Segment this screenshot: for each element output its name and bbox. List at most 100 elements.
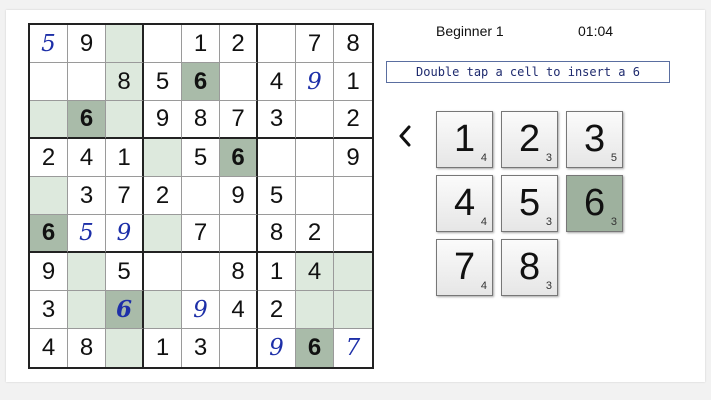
grid-cell-r7c2[interactable]: [68, 253, 106, 291]
grid-cell-r9c5[interactable]: 3: [182, 329, 220, 367]
grid-cell-r3c4[interactable]: 9: [144, 101, 182, 139]
grid-cell-r7c6[interactable]: 8: [220, 253, 258, 291]
grid-cell-r9c9[interactable]: 7: [334, 329, 372, 367]
grid-cell-r5c9[interactable]: [334, 177, 372, 215]
grid-cell-r7c9[interactable]: [334, 253, 372, 291]
grid-cell-r6c2[interactable]: 5: [68, 215, 106, 253]
key-digit: 2: [519, 118, 541, 160]
grid-cell-r1c9[interactable]: 8: [334, 25, 372, 63]
grid-cell-r4c3[interactable]: 1: [106, 139, 144, 177]
grid-cell-r2c1[interactable]: [30, 63, 68, 101]
grid-cell-r7c8[interactable]: 4: [296, 253, 334, 291]
grid-cell-r9c2[interactable]: 8: [68, 329, 106, 367]
key-digit: 3: [584, 118, 606, 160]
grid-cell-r6c8[interactable]: 2: [296, 215, 334, 253]
grid-cell-r5c7[interactable]: 5: [258, 177, 296, 215]
grid-cell-r1c5[interactable]: 1: [182, 25, 220, 63]
grid-cell-r2c9[interactable]: 1: [334, 63, 372, 101]
grid-cell-r2c3[interactable]: 8: [106, 63, 144, 101]
grid-cell-r4c9[interactable]: 9: [334, 139, 372, 177]
grid-cell-r6c1[interactable]: 6: [30, 215, 68, 253]
grid-cell-r7c1[interactable]: 9: [30, 253, 68, 291]
grid-cell-r8c5[interactable]: 9: [182, 291, 220, 329]
number-key-5[interactable]: 53: [501, 175, 558, 232]
grid-cell-r7c3[interactable]: 5: [106, 253, 144, 291]
grid-cell-r6c6[interactable]: [220, 215, 258, 253]
grid-cell-r8c9[interactable]: [334, 291, 372, 329]
number-keypad: 1423354453637483: [436, 111, 623, 296]
timer: 01:04: [578, 23, 614, 39]
grid-cell-r3c9[interactable]: 2: [334, 101, 372, 139]
grid-cell-r6c3[interactable]: 9: [106, 215, 144, 253]
key-remaining-count: 3: [610, 216, 617, 228]
number-key-3[interactable]: 35: [566, 111, 623, 168]
grid-cell-r7c4[interactable]: [144, 253, 182, 291]
grid-cell-r5c3[interactable]: 7: [106, 177, 144, 215]
number-key-8[interactable]: 83: [501, 239, 558, 296]
grid-cell-r4c2[interactable]: 4: [68, 139, 106, 177]
key-digit: 4: [454, 182, 476, 224]
key-remaining-count: 4: [480, 280, 487, 292]
grid-cell-r5c1[interactable]: [30, 177, 68, 215]
grid-cell-r4c7[interactable]: [258, 139, 296, 177]
grid-cell-r6c4[interactable]: [144, 215, 182, 253]
grid-cell-r3c1[interactable]: [30, 101, 68, 139]
grid-cell-r8c6[interactable]: 4: [220, 291, 258, 329]
grid-cell-r5c6[interactable]: 9: [220, 177, 258, 215]
key-remaining-count: 3: [545, 216, 552, 228]
grid-cell-r1c6[interactable]: 2: [220, 25, 258, 63]
grid-cell-r8c1[interactable]: 3: [30, 291, 68, 329]
grid-cell-r5c4[interactable]: 2: [144, 177, 182, 215]
grid-cell-r4c6[interactable]: 6: [220, 139, 258, 177]
grid-cell-r1c1[interactable]: 5: [30, 25, 68, 63]
grid-cell-r4c5[interactable]: 5: [182, 139, 220, 177]
grid-cell-r7c5[interactable]: [182, 253, 220, 291]
grid-cell-r1c2[interactable]: 9: [68, 25, 106, 63]
grid-cell-r8c4[interactable]: [144, 291, 182, 329]
chevron-left-icon[interactable]: [394, 121, 416, 151]
grid-cell-r3c3[interactable]: [106, 101, 144, 139]
number-key-7[interactable]: 74: [436, 239, 493, 296]
grid-cell-r9c8[interactable]: 6: [296, 329, 334, 367]
grid-cell-r8c8[interactable]: [296, 291, 334, 329]
grid-cell-r2c2[interactable]: [68, 63, 106, 101]
grid-cell-r2c8[interactable]: 9: [296, 63, 334, 101]
grid-cell-r6c5[interactable]: 7: [182, 215, 220, 253]
grid-cell-r4c1[interactable]: 2: [30, 139, 68, 177]
grid-cell-r6c9[interactable]: [334, 215, 372, 253]
number-key-1[interactable]: 14: [436, 111, 493, 168]
grid-cell-r2c6[interactable]: [220, 63, 258, 101]
grid-cell-r3c8[interactable]: [296, 101, 334, 139]
grid-cell-r1c8[interactable]: 7: [296, 25, 334, 63]
number-key-2[interactable]: 23: [501, 111, 558, 168]
grid-cell-r4c8[interactable]: [296, 139, 334, 177]
grid-cell-r9c1[interactable]: 4: [30, 329, 68, 367]
grid-cell-r5c8[interactable]: [296, 177, 334, 215]
grid-cell-r8c2[interactable]: [68, 291, 106, 329]
grid-cell-r1c3[interactable]: [106, 25, 144, 63]
grid-cell-r8c3[interactable]: 6: [106, 291, 144, 329]
grid-cell-r5c5[interactable]: [182, 177, 220, 215]
grid-cell-r1c7[interactable]: [258, 25, 296, 63]
grid-cell-r4c4[interactable]: [144, 139, 182, 177]
grid-cell-r3c5[interactable]: 8: [182, 101, 220, 139]
sudoku-board: 5912788564916987322415693729565978295814…: [28, 23, 374, 369]
grid-cell-r3c2[interactable]: 6: [68, 101, 106, 139]
grid-cell-r9c4[interactable]: 1: [144, 329, 182, 367]
grid-cell-r2c7[interactable]: 4: [258, 63, 296, 101]
grid-cell-r3c7[interactable]: 3: [258, 101, 296, 139]
number-key-6[interactable]: 63: [566, 175, 623, 232]
grid-cell-r7c7[interactable]: 1: [258, 253, 296, 291]
grid-cell-r9c3[interactable]: [106, 329, 144, 367]
grid-cell-r5c2[interactable]: 3: [68, 177, 106, 215]
grid-cell-r3c6[interactable]: 7: [220, 101, 258, 139]
grid-cell-r6c7[interactable]: 8: [258, 215, 296, 253]
grid-cell-r8c7[interactable]: 2: [258, 291, 296, 329]
number-key-4[interactable]: 44: [436, 175, 493, 232]
grid-cell-r1c4[interactable]: [144, 25, 182, 63]
grid-cell-r9c6[interactable]: [220, 329, 258, 367]
grid-cell-r2c4[interactable]: 5: [144, 63, 182, 101]
grid-cell-r2c5[interactable]: 6: [182, 63, 220, 101]
hint-message: Double tap a cell to insert a 6: [386, 61, 670, 83]
grid-cell-r9c7[interactable]: 9: [258, 329, 296, 367]
